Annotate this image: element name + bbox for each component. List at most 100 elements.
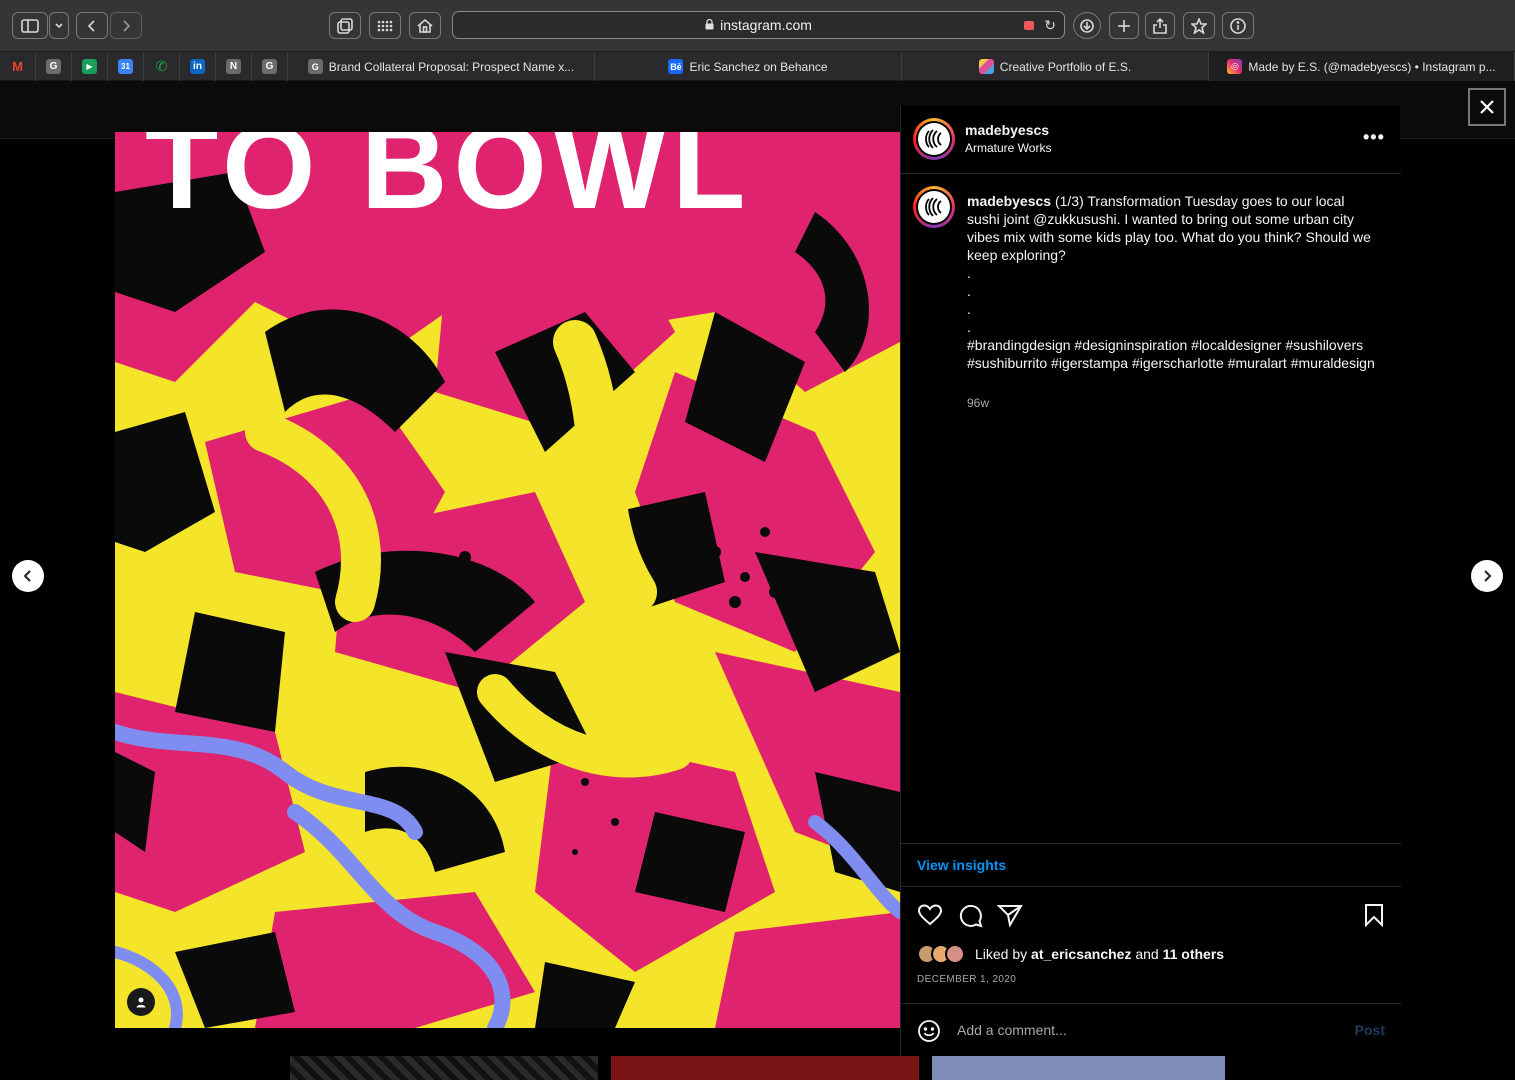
lock-icon [705, 17, 714, 33]
sidebar-icon [21, 18, 39, 33]
liker-avatars [917, 944, 971, 964]
bookmark-button[interactable] [1183, 12, 1215, 39]
comment-icon [959, 904, 983, 928]
info-icon [1230, 17, 1246, 34]
likes-summary: Liked by at_ericsanchez and 11 others [917, 944, 1224, 964]
more-options-icon[interactable]: ••• [1363, 127, 1385, 148]
pinned-tab-phone[interactable]: ✆ [144, 52, 180, 81]
home-icon [417, 18, 433, 33]
tab-brand-collateral[interactable]: G Brand Collateral Proposal: Prospect Na… [288, 52, 595, 81]
graffiti-artwork: TO BOWL [115, 132, 900, 1028]
post-comment-button[interactable]: Post [1355, 1022, 1385, 1038]
profile-grid-thumb [611, 1056, 919, 1080]
new-tab-button[interactable] [1109, 12, 1139, 39]
liked-by-and: and [1135, 946, 1159, 962]
post-date[interactable]: DECEMBER 1, 2020 [917, 974, 1016, 985]
info-button[interactable] [1222, 12, 1254, 39]
gmail-icon: M [12, 59, 23, 74]
bookmark-icon [1365, 904, 1383, 928]
save-button[interactable] [1361, 902, 1387, 928]
reload-icon[interactable]: ↻ [1044, 17, 1056, 34]
brand-logo-icon [925, 129, 942, 149]
tabs-icon [337, 17, 353, 34]
tab-overview-button[interactable] [329, 12, 361, 39]
profile-grid-thumb [932, 1056, 1225, 1080]
post-details-panel: madebyescs Armature Works ••• madebyescs… [900, 106, 1401, 1056]
home-button[interactable] [409, 12, 441, 39]
next-post-button[interactable] [1471, 560, 1503, 592]
google-calendar-icon: 31 [118, 59, 133, 74]
emoji-icon [918, 1020, 940, 1042]
instagram-icon: ◎ [1227, 59, 1243, 74]
avatar[interactable] [913, 118, 955, 160]
post-header: madebyescs Armature Works ••• [901, 106, 1401, 174]
google-icon: G [262, 59, 277, 74]
download-icon [1080, 18, 1094, 33]
tab-title: Creative Portfolio of E.S. [999, 59, 1132, 74]
comment-box: Add a comment... Post [901, 1003, 1401, 1056]
post-author-username[interactable]: madebyescs [965, 122, 1049, 138]
chevron-right-icon [123, 19, 131, 32]
sidebar-toggle-button[interactable] [12, 12, 48, 39]
paper-plane-icon [996, 905, 1023, 928]
pinned-tab-google-meet[interactable]: ▶ [72, 52, 108, 81]
like-button[interactable] [917, 902, 943, 928]
caption-username[interactable]: madebyescs [967, 193, 1051, 209]
caption-hashtags[interactable]: #brandingdesign #designinspiration #loca… [967, 336, 1377, 372]
behance-icon: Bē [668, 59, 684, 74]
google-meet-icon: ▶ [82, 59, 97, 74]
close-icon [1480, 100, 1494, 114]
tab-portfolio[interactable]: Creative Portfolio of E.S. [902, 52, 1209, 81]
view-insights-link[interactable]: View insights [901, 843, 1401, 887]
pinned-tab-google-calendar[interactable]: 31 [108, 52, 144, 81]
emoji-button[interactable] [917, 1019, 941, 1048]
liked-by-user[interactable]: at_ericsanchez [1031, 946, 1131, 962]
linkedin-icon: in [190, 59, 205, 74]
google-doc-icon: G [46, 59, 61, 74]
share-post-button[interactable] [996, 902, 1023, 928]
plus-icon [1118, 19, 1130, 32]
comment-button[interactable] [957, 902, 983, 928]
chevron-left-icon [87, 19, 95, 32]
tab-title: Brand Collateral Proposal: Prospect Name… [328, 59, 575, 74]
tab-instagram[interactable]: ◎ Made by E.S. (@madebyescs) • Instagram… [1209, 52, 1515, 81]
caption-avatar[interactable] [913, 186, 955, 228]
apps-button[interactable] [369, 12, 401, 39]
tab-behance[interactable]: Bē Eric Sanchez on Behance [595, 52, 902, 81]
downloads-button[interactable] [1073, 12, 1101, 39]
google-doc-icon: G [307, 59, 323, 74]
avatar[interactable] [945, 944, 965, 964]
comment-input[interactable]: Add a comment... [957, 1022, 1067, 1038]
post-actions [917, 902, 1385, 932]
pinned-tab-google[interactable]: G [252, 52, 288, 81]
tagged-users-button[interactable] [127, 988, 155, 1016]
liked-by-prefix: Liked by [975, 946, 1028, 962]
pinned-tab-notion[interactable]: N [216, 52, 252, 81]
pinned-tab-linkedin[interactable]: in [180, 52, 216, 81]
caption-dots: . . . . [967, 265, 971, 335]
artwork-lettering: TO BOWL [145, 132, 751, 234]
pinned-tab-google-doc[interactable]: G [36, 52, 72, 81]
tab-bar: M G ▶ 31 ✆ in N G G Brand Collateral Pro… [0, 52, 1515, 81]
tab-groups-dropdown[interactable] [49, 12, 69, 39]
brand-logo-icon [925, 197, 942, 217]
tab-title: Made by E.S. (@madebyescs) • Instagram p… [1248, 59, 1496, 74]
forward-button[interactable] [110, 12, 142, 39]
liked-by-others[interactable]: 11 others [1163, 946, 1224, 962]
camera-in-use-icon[interactable] [1024, 21, 1034, 30]
post-location[interactable]: Armature Works [965, 141, 1051, 155]
back-button[interactable] [76, 12, 108, 39]
share-button[interactable] [1145, 12, 1175, 39]
pinned-tab-gmail[interactable]: M [0, 52, 36, 81]
address-url: instagram.com [720, 17, 812, 33]
close-button[interactable] [1468, 88, 1506, 126]
post-age[interactable]: 96w [967, 396, 989, 410]
address-bar[interactable]: instagram.com ↻ [452, 11, 1065, 39]
phone-icon: ✆ [155, 58, 168, 74]
post-image[interactable]: TO BOWL [115, 132, 900, 1028]
share-icon [1153, 17, 1167, 34]
previous-post-button[interactable] [12, 560, 44, 592]
notion-icon: N [226, 59, 241, 74]
tab-title: Eric Sanchez on Behance [689, 59, 828, 74]
chevron-left-icon [23, 570, 31, 582]
